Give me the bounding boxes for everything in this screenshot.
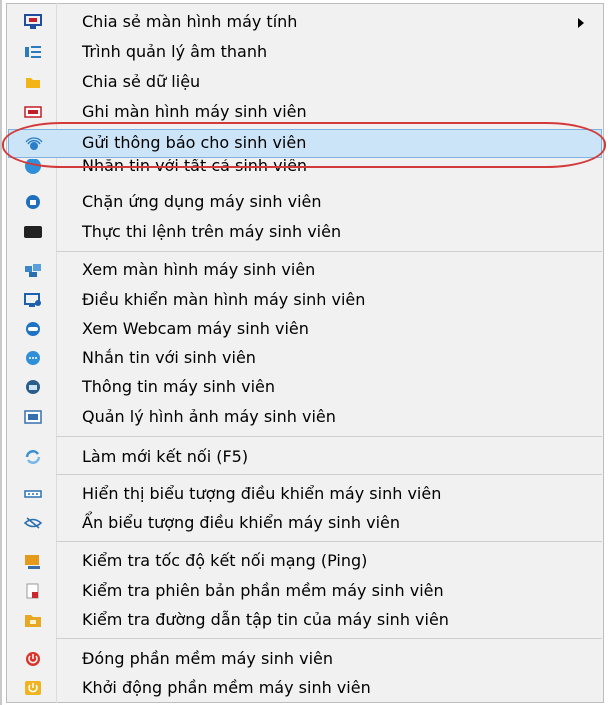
hide-controls-icon — [24, 515, 42, 531]
menu-item-check-file-path[interactable]: Kiểm tra đường dẫn tập tin của máy sinh … — [8, 606, 602, 635]
menu-item-close-software[interactable]: Đóng phần mềm máy sinh viên — [8, 645, 602, 674]
window-edge — [0, 0, 2, 705]
menu-item-label: Trình quản lý âm thanh — [82, 42, 268, 61]
menu-item-check-version[interactable]: Kiểm tra phiên bản phần mềm máy sinh viê… — [8, 577, 602, 606]
chat-icon — [24, 350, 42, 366]
menu-item-label: Khởi động phần mềm máy sinh viên — [82, 678, 371, 697]
menu-item-label: Thực thi lệnh trên máy sinh viên — [82, 222, 342, 241]
file-path-icon — [24, 612, 42, 628]
menu-item-view-screen[interactable]: Xem màn hình máy sinh viên — [8, 256, 602, 285]
menu-separator — [56, 474, 602, 475]
menu-item-label: Kiểm tra đường dẫn tập tin của máy sinh … — [82, 610, 449, 629]
menu-item-show-controls[interactable]: Hiển thị biểu tượng điều khiển máy sinh … — [8, 480, 602, 509]
menu-item-chat-student[interactable]: Nhắn tin với sinh viên — [8, 344, 602, 373]
menu-item-label: Thông tin máy sinh viên — [82, 377, 276, 396]
view-screen-icon — [24, 262, 42, 278]
menu-item-label: Quản lý hình ảnh máy sinh viên — [82, 407, 336, 426]
menu-separator — [56, 541, 602, 542]
image-manager-icon — [24, 409, 42, 425]
menu-item-audio-manager[interactable]: Trình quản lý âm thanh — [8, 38, 602, 67]
menu-item-label: Chặn ứng dụng máy sinh viên — [82, 192, 322, 211]
audio-manager-icon — [24, 44, 42, 60]
menu-item-machine-info[interactable]: Thông tin máy sinh viên — [8, 373, 602, 402]
menu-item-block-app[interactable]: Chặn ứng dụng máy sinh viên — [8, 188, 602, 217]
refresh-icon — [24, 449, 42, 465]
menu-item-label: Xem Webcam máy sinh viên — [82, 319, 309, 338]
monitor-share-icon — [24, 14, 42, 30]
menu-item-start-software[interactable]: Khởi động phần mềm máy sinh viên — [8, 674, 602, 703]
menu-item-view-webcam[interactable]: Xem Webcam máy sinh viên — [8, 315, 602, 344]
menu-item-label: Kiểm tra phiên bản phần mềm máy sinh viê… — [82, 581, 444, 600]
menu-item-ping[interactable]: Kiểm tra tốc độ kết nối mạng (Ping) — [8, 547, 602, 576]
menu-item-label: Chia sẻ dữ liệu — [82, 72, 201, 91]
menu-item-share-data[interactable]: Chia sẻ dữ liệu — [8, 68, 602, 97]
folder-icon — [24, 74, 42, 90]
block-app-icon — [24, 194, 42, 210]
menu-item-label: Ghi màn hình máy sinh viên — [82, 102, 307, 121]
terminal-icon — [24, 224, 42, 240]
menu-item-remote-control[interactable]: Điều khiển màn hình máy sinh viên — [8, 286, 602, 315]
menu-item-label: Đóng phần mềm máy sinh viên — [82, 649, 333, 668]
ping-icon — [24, 553, 42, 569]
submenu-arrow-icon — [578, 18, 584, 28]
version-icon — [24, 583, 42, 599]
menu-item-run-command[interactable]: Thực thi lệnh trên máy sinh viên — [8, 218, 602, 247]
menu-item-label: Ẩn biểu tượng điều khiển máy sinh viên — [82, 513, 401, 532]
annotation-circle — [2, 122, 606, 168]
menu-item-label: Làm mới kết nối (F5) — [82, 447, 249, 466]
menu-item-label: Điều khiển màn hình máy sinh viên — [82, 290, 366, 309]
menu-item-image-manager[interactable]: Quản lý hình ảnh máy sinh viên — [8, 403, 602, 432]
remote-control-icon — [24, 292, 42, 308]
menu-item-share-screen[interactable]: Chia sẻ màn hình máy tính — [8, 8, 602, 37]
menu-item-label: Chia sẻ màn hình máy tính — [82, 12, 298, 31]
webcam-icon — [24, 321, 42, 337]
menu-separator — [56, 638, 602, 639]
menu-item-label: Nhắn tin với sinh viên — [82, 348, 256, 367]
menu-item-label: Kiểm tra tốc độ kết nối mạng (Ping) — [82, 551, 368, 570]
menu-item-label: Xem màn hình máy sinh viên — [82, 260, 316, 279]
menu-item-label: Hiển thị biểu tượng điều khiển máy sinh … — [82, 484, 442, 503]
menu-item-hide-controls[interactable]: Ẩn biểu tượng điều khiển máy sinh viên — [8, 509, 602, 538]
record-screen-icon — [24, 104, 42, 120]
power-off-icon — [24, 651, 42, 667]
info-icon — [24, 379, 42, 395]
menu-separator — [56, 251, 602, 252]
menu-separator — [56, 436, 602, 437]
show-controls-icon — [24, 486, 42, 502]
menu-item-refresh[interactable]: Làm mới kết nối (F5) — [8, 443, 602, 472]
start-app-icon — [24, 680, 42, 696]
